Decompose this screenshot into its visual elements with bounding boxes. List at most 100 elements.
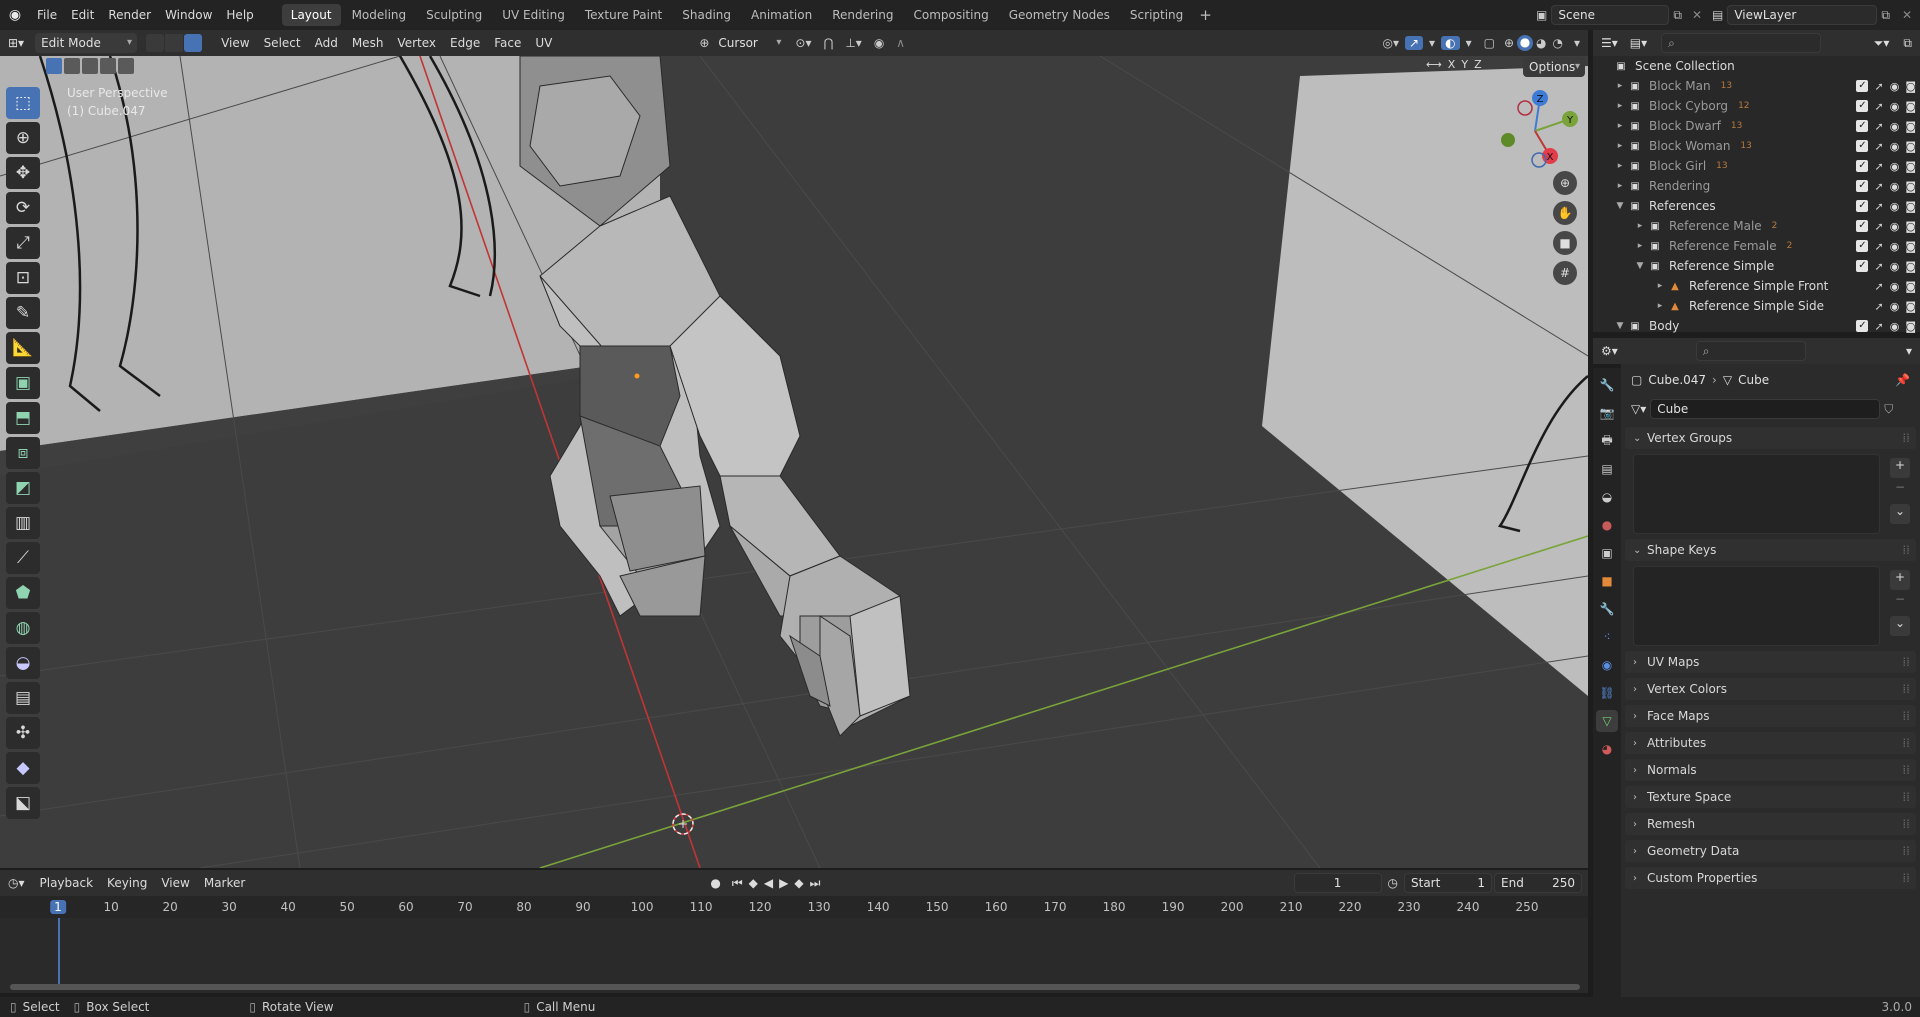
constraints-tab-icon[interactable]: ⛓	[1596, 682, 1618, 704]
exclude-checkbox[interactable]: ✓	[1856, 260, 1869, 272]
render-camera-icon[interactable]: ◙	[1905, 80, 1916, 93]
object-tab-icon[interactable]: ■	[1596, 570, 1618, 592]
timeline-track-area[interactable]	[0, 918, 1588, 993]
transform-orientation-icon[interactable]: ⊕	[699, 36, 709, 50]
transform-tool-icon[interactable]: ⊡	[6, 262, 40, 294]
rip-tool-icon[interactable]: ⬕	[6, 787, 40, 819]
panel-header[interactable]: › Texture Space ⁞⁞	[1625, 786, 1916, 808]
expand-right-icon[interactable]: ▸	[1633, 221, 1647, 231]
menu-edge[interactable]: Edge	[443, 30, 487, 56]
material-tab-icon[interactable]: ◕	[1596, 738, 1618, 760]
viewlayer-new-icon[interactable]: ⧉	[1877, 8, 1894, 23]
tool-tab-icon[interactable]: 🔧	[1596, 374, 1618, 396]
visibility-eye-icon[interactable]: ◉	[1890, 100, 1900, 113]
tab-scripting[interactable]: Scripting	[1121, 4, 1192, 26]
pivot-dropdown[interactable]: Cursor	[712, 33, 787, 53]
visibility-eye-icon[interactable]: ◉	[1890, 260, 1900, 273]
panel-header[interactable]: › Vertex Colors ⁞⁞	[1625, 678, 1916, 700]
mesh-name-field[interactable]: Cube	[1650, 399, 1881, 419]
outliner-row[interactable]: ▸ ▣ Reference Male 2 ✓ ➚ ◉ ◙	[1593, 216, 1920, 236]
selectable-icon[interactable]: ➚	[1874, 120, 1883, 133]
drag-handle-icon[interactable]: ⁞⁞	[1902, 709, 1916, 723]
panel-header[interactable]: › Custom Properties ⁞⁞	[1625, 867, 1916, 889]
outliner-row[interactable]: ▸ ▣ Block Dwarf 13 ✓ ➚ ◉ ◙	[1593, 116, 1920, 136]
outliner-row[interactable]: ▼ ▣ Reference Simple ✓ ➚ ◉ ◙	[1593, 256, 1920, 276]
viewlayer-icon[interactable]: ▤	[1708, 8, 1727, 22]
play-reverse-icon[interactable]: ◀	[761, 876, 776, 890]
view-layer-tab-icon[interactable]: ▤	[1596, 458, 1618, 480]
wireframe-shading-icon[interactable]: ⊕	[1501, 36, 1517, 50]
tab-layout[interactable]: Layout	[281, 4, 341, 26]
camera-view-icon[interactable]: ■	[1553, 231, 1577, 255]
expand-down-icon[interactable]: ▼	[1633, 261, 1647, 271]
drag-handle-icon[interactable]: ⁞⁞	[1902, 682, 1916, 696]
render-camera-icon[interactable]: ◙	[1905, 160, 1916, 173]
breadcrumb-object[interactable]: Cube.047	[1648, 373, 1706, 387]
tab-modeling[interactable]: Modeling	[343, 4, 416, 26]
scene-field[interactable]: Scene	[1551, 5, 1670, 25]
selectable-icon[interactable]: ➚	[1874, 200, 1883, 213]
scene-tab-icon[interactable]: ◒	[1596, 486, 1618, 508]
exclude-checkbox[interactable]: ✓	[1856, 200, 1869, 212]
menu-timeline-view[interactable]: View	[154, 870, 196, 896]
render-camera-icon[interactable]: ◙	[1905, 240, 1916, 253]
expand-right-icon[interactable]: ▸	[1613, 81, 1627, 91]
gizmo-icon[interactable]: ↗	[1404, 36, 1424, 50]
outliner-row[interactable]: ▸ ▣ Block Girl 13 ✓ ➚ ◉ ◙	[1593, 156, 1920, 176]
outliner-row[interactable]: ▸ ▣ Rendering ✓ ➚ ◉ ◙	[1593, 176, 1920, 196]
new-collection-icon[interactable]: ⧉	[1895, 36, 1920, 51]
face-select-icon[interactable]	[184, 34, 203, 52]
scene-new-icon[interactable]: ⧉	[1669, 8, 1686, 23]
visibility-eye-icon[interactable]: ◉	[1890, 240, 1900, 253]
outliner-search[interactable]: ⌕	[1661, 33, 1822, 53]
navigation-gizmo[interactable]: Z Y X	[1490, 86, 1580, 176]
render-camera-icon[interactable]: ◙	[1905, 100, 1916, 113]
exclude-checkbox[interactable]: ✓	[1856, 100, 1869, 112]
overlay-dropdown-icon[interactable]: ▾	[1460, 36, 1478, 50]
drag-handle-icon[interactable]: ⁞⁞	[1902, 431, 1916, 445]
outliner-display-mode-icon[interactable]: ▤▾	[1626, 36, 1651, 50]
render-camera-icon[interactable]: ◙	[1905, 180, 1916, 193]
start-frame-field[interactable]: Start 1	[1404, 873, 1492, 893]
menu-face[interactable]: Face	[487, 30, 528, 56]
modifier-tab-icon[interactable]: 🔧	[1596, 598, 1618, 620]
menu-add[interactable]: Add	[308, 30, 345, 56]
select-subtract-icon[interactable]	[82, 58, 98, 74]
visibility-eye-icon[interactable]: ◉	[1890, 80, 1900, 93]
expand-right-icon[interactable]: ▸	[1613, 121, 1627, 131]
visibility-eye-icon[interactable]: ◉	[1890, 120, 1900, 133]
tab-rendering[interactable]: Rendering	[823, 4, 902, 26]
drag-handle-icon[interactable]: ⁞⁞	[1902, 736, 1916, 750]
data-tab-icon[interactable]: ▽	[1596, 710, 1618, 732]
list-add-icon[interactable]: +	[1890, 458, 1910, 478]
outliner-row[interactable]: ▸ ▣ Block Cyborg 12 ✓ ➚ ◉ ◙	[1593, 96, 1920, 116]
outliner-editor-icon[interactable]: ☰▾	[1593, 36, 1626, 50]
expand-down-icon[interactable]: ▼	[1613, 201, 1627, 211]
render-camera-icon[interactable]: ◙	[1905, 120, 1916, 133]
cursor-tool-icon[interactable]: ⊕	[6, 122, 40, 154]
render-camera-icon[interactable]: ◙	[1905, 140, 1916, 153]
shrink-fatten-tool-icon[interactable]: ✣	[6, 717, 40, 749]
tab-geometry-nodes[interactable]: Geometry Nodes	[1000, 4, 1119, 26]
render-camera-icon[interactable]: ◙	[1905, 200, 1916, 213]
selectable-icon[interactable]: ➚	[1874, 280, 1883, 293]
ortho-grid-icon[interactable]: #	[1553, 261, 1577, 285]
expand-right-icon[interactable]: ▸	[1613, 141, 1627, 151]
editor-type-icon[interactable]: ⊞▾	[0, 36, 32, 50]
properties-editor-icon[interactable]: ⚙▾	[1593, 344, 1626, 358]
mesh-browse-icon[interactable]: ▽▾	[1631, 402, 1646, 416]
rendered-shading-icon[interactable]: ◔	[1549, 36, 1565, 50]
selectable-icon[interactable]: ➚	[1874, 100, 1883, 113]
visibility-eye-icon[interactable]: ◉	[1890, 300, 1900, 313]
drag-handle-icon[interactable]: ⁞⁞	[1902, 844, 1916, 858]
jump-keyframe-prev-icon[interactable]: ◆	[746, 876, 761, 890]
menu-help[interactable]: Help	[219, 0, 260, 30]
properties-search[interactable]: ⌕	[1695, 341, 1806, 361]
panel-header[interactable]: › Normals ⁞⁞	[1625, 759, 1916, 781]
menu-mesh[interactable]: Mesh	[345, 30, 391, 56]
outliner-row[interactable]: ▼ ▣ References ✓ ➚ ◉ ◙	[1593, 196, 1920, 216]
zoom-icon[interactable]: ⊕	[1553, 171, 1577, 195]
render-camera-icon[interactable]: ◙	[1905, 300, 1916, 313]
expand-right-icon[interactable]: ▸	[1653, 281, 1667, 291]
drag-handle-icon[interactable]: ⁞⁞	[1902, 763, 1916, 777]
